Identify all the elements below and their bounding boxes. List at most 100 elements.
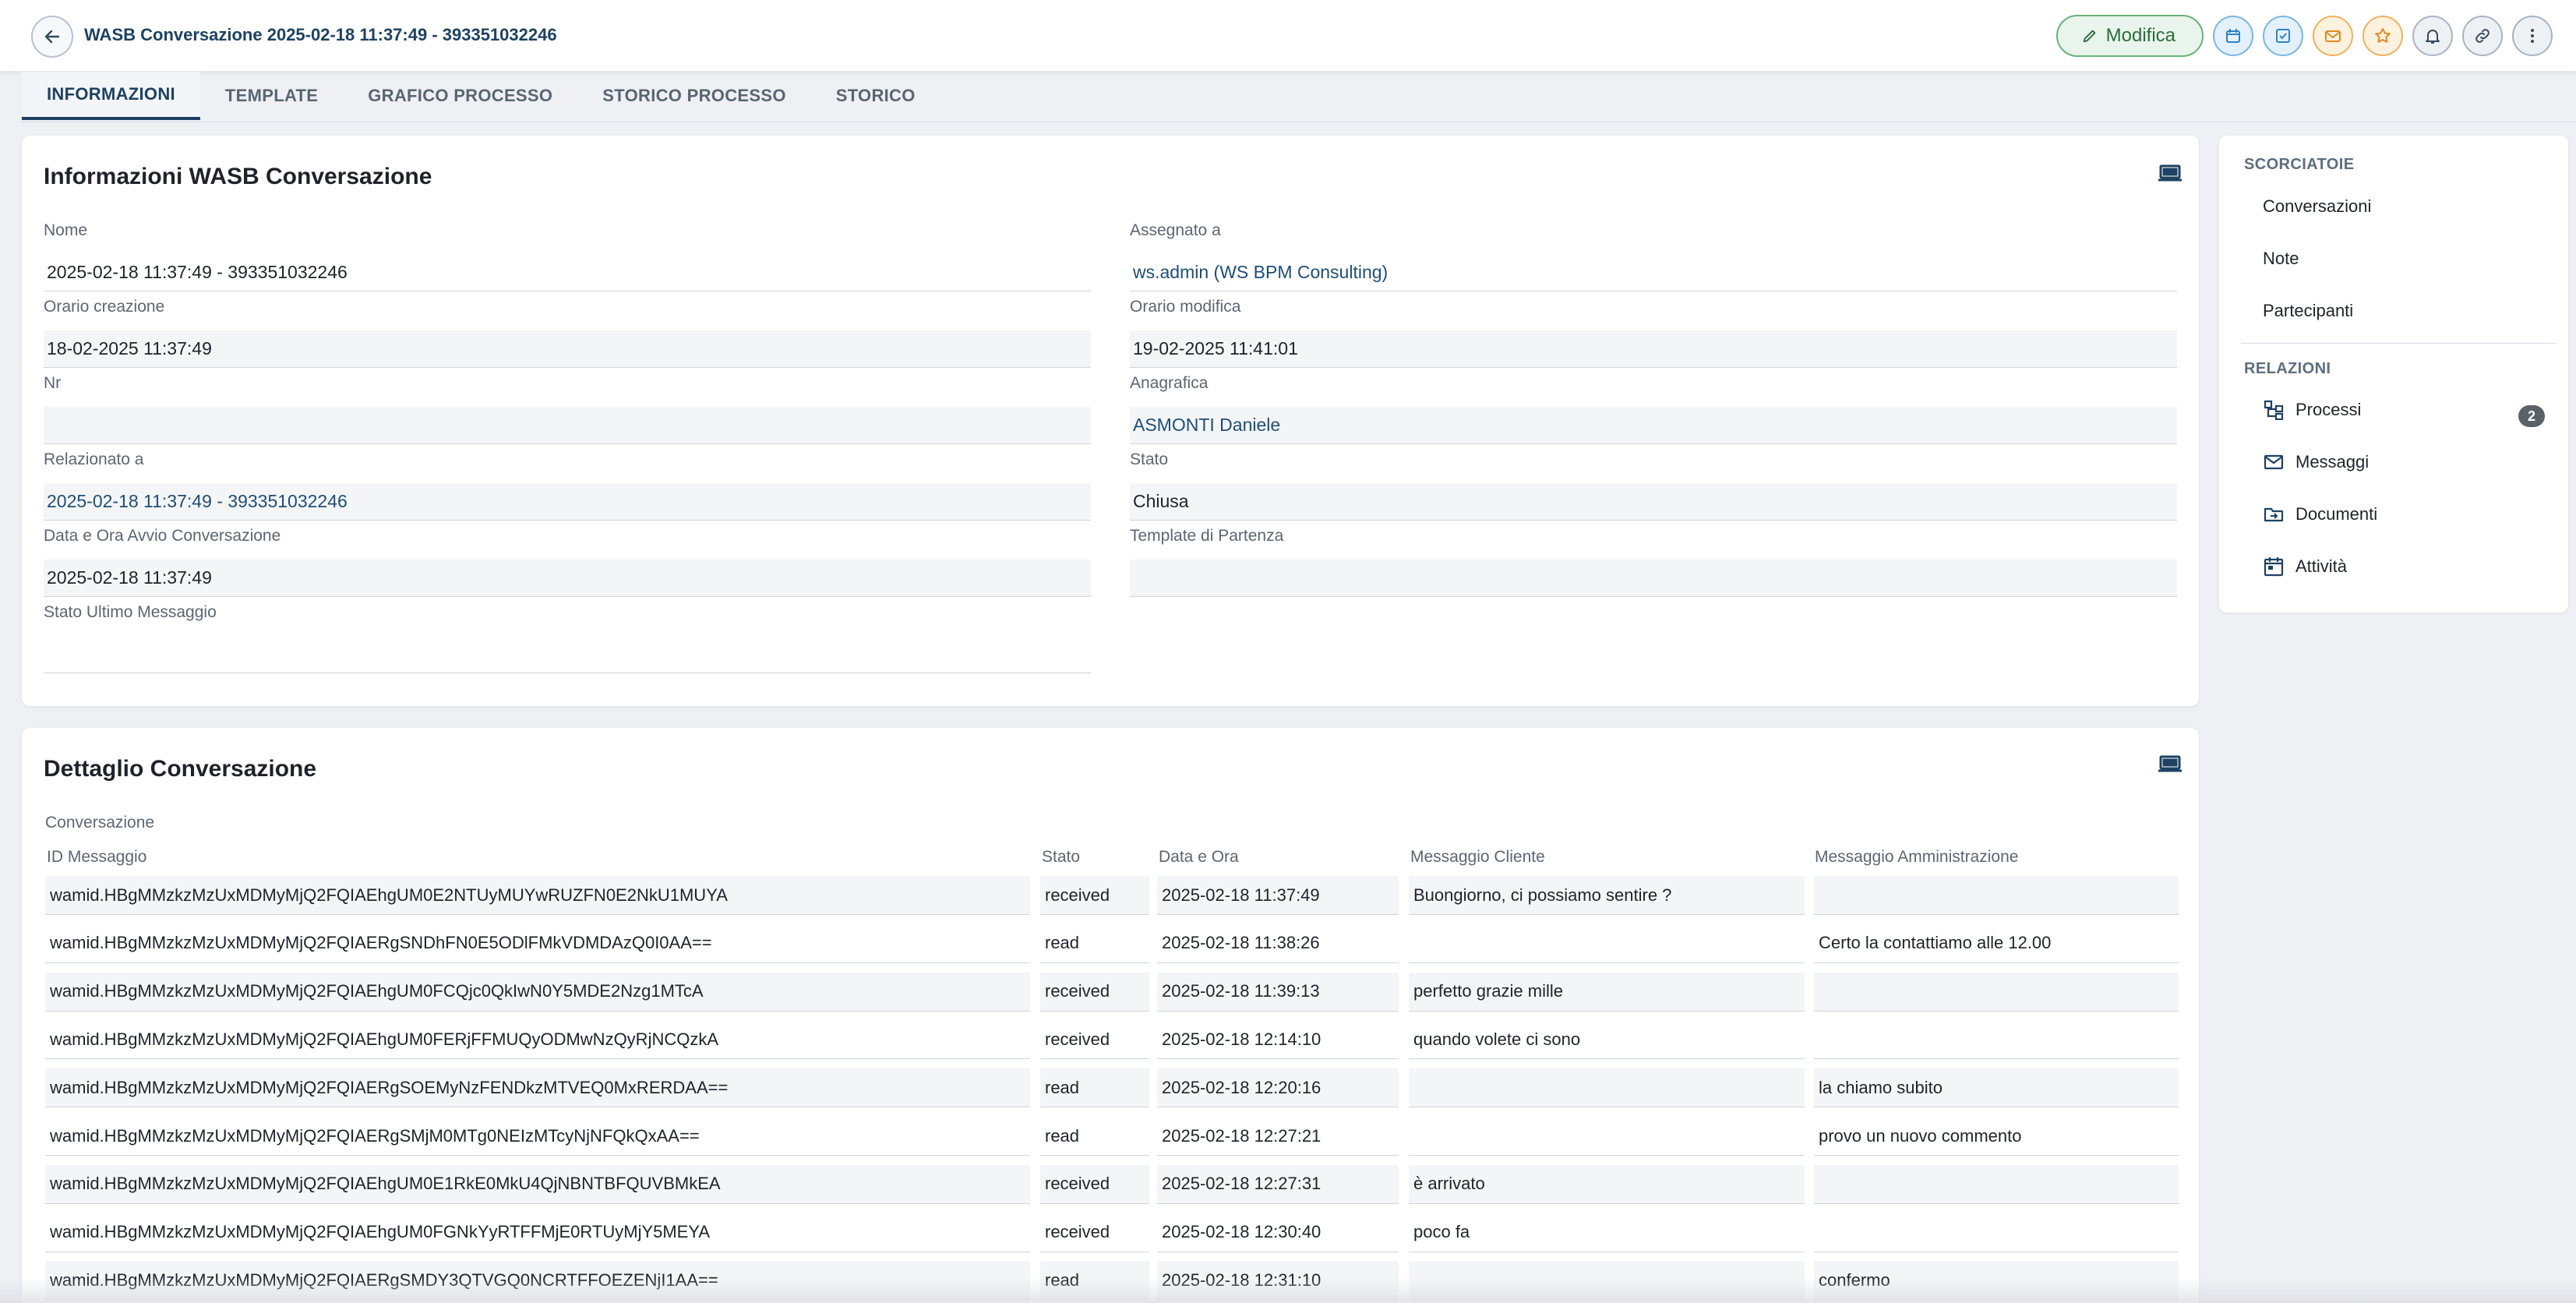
- column-header-id[interactable]: ID Messaggio: [47, 848, 146, 867]
- table-row[interactable]: wamid.HBgMMzkzMzUxMDMyMjQ2FQIAERgSOEMyNz…: [45, 1068, 2179, 1112]
- monitor-icon[interactable]: [2158, 754, 2182, 779]
- field-value[interactable]: [1130, 560, 2177, 597]
- field-label: Stato Ultimo Messaggio: [44, 603, 217, 621]
- client-message-cell: [1409, 1117, 1805, 1156]
- field-label: Anagrafica: [1130, 374, 1209, 392]
- info-card: Informazioni WASB Conversazione Nome 202…: [22, 136, 2199, 706]
- table-row[interactable]: wamid.HBgMMzkzMzUxMDMyMjQ2FQIAEhgUM0FERj…: [45, 1020, 2179, 1064]
- admin-message-cell: la chiamo subito: [1814, 1068, 2179, 1108]
- notifications-button[interactable]: [2412, 16, 2453, 56]
- task-button[interactable]: [2263, 16, 2303, 56]
- shortcut-conversazioni[interactable]: Conversazioni: [2263, 196, 2371, 217]
- message-datetime-cell: 2025-02-18 11:39:13: [1157, 972, 1399, 1012]
- table-row[interactable]: wamid.HBgMMzkzMzUxMDMyMjQ2FQIAEhgUM0FCQj…: [45, 972, 2179, 1016]
- tab-storico-processo[interactable]: STORICO PROCESSO: [577, 72, 810, 120]
- column-header-messaggio-amministrazione[interactable]: Messaggio Amministrazione: [1815, 848, 2018, 867]
- message-id-cell: wamid.HBgMMzkzMzUxMDMyMjQ2FQIAEhgUM0FCQj…: [45, 972, 1030, 1012]
- shortcut-partecipanti[interactable]: Partecipanti: [2263, 301, 2353, 321]
- more-vertical-icon: [2531, 29, 2534, 43]
- field-value[interactable]: Chiusa: [1130, 483, 2177, 521]
- message-datetime-cell: 2025-02-18 12:27:21: [1157, 1117, 1399, 1156]
- tab-informazioni[interactable]: INFORMAZIONI: [22, 72, 200, 120]
- tab-storico[interactable]: STORICO: [811, 72, 940, 120]
- field-label: Nr: [44, 374, 62, 392]
- monitor-icon[interactable]: [2158, 164, 2182, 188]
- message-id-cell: wamid.HBgMMzkzMzUxMDMyMjQ2FQIAERgSMjM0MT…: [45, 1117, 1030, 1156]
- table-row[interactable]: wamid.HBgMMzkzMzUxMDMyMjQ2FQIAEhgUM0FGNk…: [45, 1213, 2179, 1257]
- admin-message-cell: [1814, 1213, 2179, 1252]
- table-row[interactable]: wamid.HBgMMzkzMzUxMDMyMjQ2FQIAERgSNDhFN0…: [45, 924, 2179, 968]
- back-button[interactable]: [31, 16, 73, 58]
- field-nome: Nome 2025-02-18 11:37:49 - 393351032246: [44, 221, 1091, 291]
- relation-processi[interactable]: Processi: [2263, 399, 2361, 421]
- message-status-cell: received: [1040, 1020, 1149, 1060]
- field-label: Data e Ora Avvio Conversazione: [44, 527, 281, 545]
- message-status-cell: received: [1040, 1164, 1149, 1204]
- admin-message-cell: [1814, 1164, 2179, 1204]
- contact-link[interactable]: ASMONTI Daniele: [1130, 407, 2177, 444]
- column-header-stato[interactable]: Stato: [1042, 848, 1080, 867]
- more-button[interactable]: [2512, 16, 2553, 56]
- info-card-title: Informazioni WASB Conversazione: [44, 164, 432, 189]
- column-header-messaggio-cliente[interactable]: Messaggio Cliente: [1410, 848, 1545, 867]
- field-template-partenza: Template di Partenza: [1130, 527, 2177, 597]
- edit-button-label: Modifica: [2105, 25, 2175, 46]
- client-message-cell: quando volete ci sono: [1409, 1020, 1805, 1060]
- calendar-button[interactable]: [2213, 16, 2253, 56]
- field-value[interactable]: [44, 636, 1091, 673]
- message-status-cell: received: [1040, 1213, 1149, 1252]
- client-message-cell: perfetto grazie mille: [1409, 972, 1805, 1012]
- tab-template[interactable]: TEMPLATE: [200, 72, 343, 120]
- mail-button[interactable]: [2313, 16, 2353, 56]
- relations-title: RELAZIONI: [2244, 360, 2331, 377]
- shortcut-note[interactable]: Note: [2263, 249, 2299, 269]
- admin-message-cell: provo un nuovo commento: [1814, 1117, 2179, 1156]
- page-title: WASB Conversazione 2025-02-18 11:37:49 -…: [84, 25, 557, 44]
- admin-message-cell: [1814, 1020, 2179, 1060]
- field-value[interactable]: 2025-02-18 11:37:49: [44, 560, 1091, 597]
- field-value[interactable]: 18-02-2025 11:37:49: [44, 330, 1091, 368]
- admin-message-cell: Certo la contattiamo alle 12.00: [1814, 924, 2179, 963]
- processi-count-badge: 2: [2518, 405, 2545, 427]
- message-id-cell: wamid.HBgMMzkzMzUxMDMyMjQ2FQIAEhgUM0E1Rk…: [45, 1164, 1030, 1204]
- field-assegnato-a: Assegnato a ws.admin (WS BPM Consulting): [1130, 221, 2177, 291]
- field-label: Assegnato a: [1130, 221, 1221, 239]
- field-value[interactable]: 19-02-2025 11:41:01: [1130, 330, 2177, 368]
- relation-documenti[interactable]: Documenti: [2263, 503, 2377, 525]
- message-id-cell: wamid.HBgMMzkzMzUxMDMyMjQ2FQIAERgSOEMyNz…: [45, 1068, 1030, 1108]
- table-row[interactable]: wamid.HBgMMzkzMzUxMDMyMjQ2FQIAEhgUM0E1Rk…: [45, 1164, 2179, 1209]
- column-header-data-ora[interactable]: Data e Ora: [1159, 848, 1239, 867]
- link-button[interactable]: [2462, 16, 2503, 56]
- related-link[interactable]: 2025-02-18 11:37:49 - 393351032246: [44, 483, 1091, 521]
- client-message-cell: poco fa: [1409, 1213, 1805, 1252]
- arrow-left-icon: [44, 30, 60, 44]
- message-status-cell: received: [1040, 972, 1149, 1012]
- message-datetime-cell: 2025-02-18 11:38:26: [1157, 924, 1399, 963]
- tab-grafico-processo[interactable]: GRAFICO PROCESSO: [343, 72, 577, 120]
- message-status-cell: received: [1040, 876, 1149, 915]
- client-message-cell: [1409, 924, 1805, 963]
- field-relazionato-a: Relazionato a 2025-02-18 11:37:49 - 3933…: [44, 450, 1091, 521]
- favorite-button[interactable]: [2363, 16, 2403, 56]
- mail-icon: [2325, 30, 2341, 42]
- edit-button[interactable]: Modifica: [2056, 15, 2204, 57]
- message-id-cell: wamid.HBgMMzkzMzUxMDMyMjQ2FQIAEhgUM0E2NT…: [45, 876, 1030, 915]
- field-stato-ultimo-messaggio: Stato Ultimo Messaggio: [44, 603, 1091, 673]
- relation-attivita[interactable]: Attività: [2263, 556, 2347, 577]
- field-nr: Nr: [44, 374, 1091, 444]
- table-row[interactable]: wamid.HBgMMzkzMzUxMDMyMjQ2FQIAERgSMjM0MT…: [45, 1117, 2179, 1160]
- relation-messaggi[interactable]: Messaggi: [2263, 451, 2369, 473]
- client-message-cell: è arrivato: [1409, 1164, 1805, 1204]
- field-value[interactable]: 2025-02-18 11:37:49 - 393351032246: [44, 254, 1091, 291]
- client-message-cell: Buongiorno, ci possiamo sentire ?: [1409, 876, 1805, 915]
- field-stato: Stato Chiusa: [1130, 450, 2177, 521]
- calendar-icon: [2263, 556, 2285, 577]
- assignee-link[interactable]: ws.admin (WS BPM Consulting): [1130, 254, 2177, 291]
- message-status-cell: read: [1040, 924, 1149, 963]
- sidebar-divider: [2241, 343, 2556, 344]
- star-icon: [2375, 28, 2391, 43]
- table-row[interactable]: wamid.HBgMMzkzMzUxMDMyMjQ2FQIAEhgUM0E2NT…: [45, 876, 2179, 920]
- field-value[interactable]: [44, 407, 1091, 444]
- tab-bar: INFORMAZIONI TEMPLATE GRAFICO PROCESSO S…: [22, 72, 940, 122]
- field-label: Orario modifica: [1130, 298, 1241, 316]
